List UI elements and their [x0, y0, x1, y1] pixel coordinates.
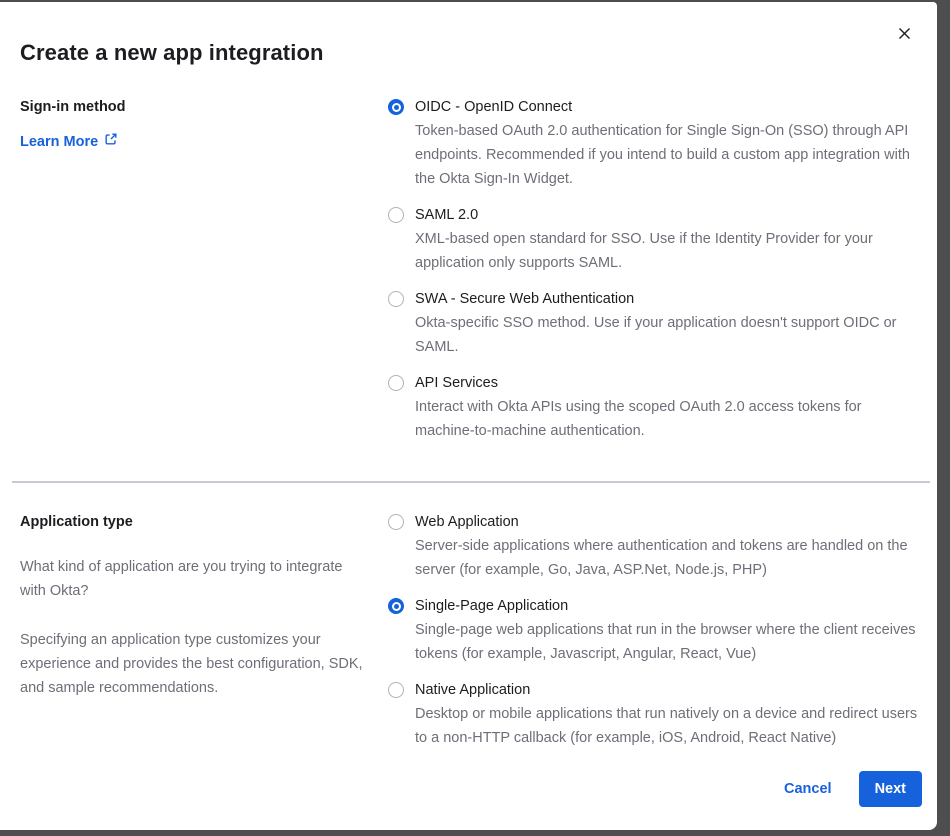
- signin-option-saml[interactable]: SAML 2.0 XML-based open standard for SSO…: [388, 205, 919, 275]
- option-description: Single-page web applications that run in…: [415, 618, 919, 666]
- application-type-note: Specifying an application type customize…: [20, 628, 368, 700]
- option-description: Token-based OAuth 2.0 authentication for…: [415, 119, 919, 191]
- radio-web-application[interactable]: [388, 514, 404, 530]
- option-label[interactable]: OIDC - OpenID Connect: [415, 97, 919, 117]
- learn-more-label: Learn More: [20, 132, 98, 152]
- section-divider: [12, 481, 930, 483]
- option-label[interactable]: Native Application: [415, 680, 919, 700]
- dialog-title: Create a new app integration: [20, 40, 919, 66]
- apptype-option-web[interactable]: Web Application Server-side applications…: [388, 512, 919, 582]
- signin-option-api-services[interactable]: API Services Interact with Okta APIs usi…: [388, 373, 919, 443]
- signin-option-oidc[interactable]: OIDC - OpenID Connect Token-based OAuth …: [388, 97, 919, 191]
- application-type-question: What kind of application are you trying …: [20, 555, 368, 603]
- option-description: Interact with Okta APIs using the scoped…: [415, 395, 919, 443]
- apptype-option-spa[interactable]: Single-Page Application Single-page web …: [388, 596, 919, 666]
- option-description: Server-side applications where authentic…: [415, 534, 919, 582]
- close-icon: [897, 26, 912, 44]
- option-label[interactable]: SWA - Secure Web Authentication: [415, 289, 919, 309]
- radio-swa[interactable]: [388, 291, 404, 307]
- learn-more-link[interactable]: Learn More: [20, 132, 118, 152]
- apptype-option-native[interactable]: Native Application Desktop or mobile app…: [388, 680, 919, 750]
- option-label[interactable]: Web Application: [415, 512, 919, 532]
- application-type-section: Application type What kind of applicatio…: [20, 512, 919, 750]
- signin-option-swa[interactable]: SWA - Secure Web Authentication Okta-spe…: [388, 289, 919, 359]
- radio-single-page-application[interactable]: [388, 598, 404, 614]
- option-description: XML-based open standard for SSO. Use if …: [415, 227, 919, 275]
- radio-native-application[interactable]: [388, 682, 404, 698]
- signin-method-label: Sign-in method: [20, 97, 368, 117]
- option-label[interactable]: SAML 2.0: [415, 205, 919, 225]
- radio-api-services[interactable]: [388, 375, 404, 391]
- next-button[interactable]: Next: [859, 771, 922, 807]
- option-description: Desktop or mobile applications that run …: [415, 702, 919, 750]
- cancel-button[interactable]: Cancel: [784, 781, 832, 797]
- radio-oidc[interactable]: [388, 99, 404, 115]
- dialog-footer: Cancel Next: [784, 771, 922, 807]
- option-description: Okta-specific SSO method. Use if your ap…: [415, 311, 919, 359]
- create-app-integration-dialog: Create a new app integration Sign-in met…: [0, 2, 937, 830]
- signin-method-section: Sign-in method Learn More OIDC - OpenID …: [20, 97, 919, 443]
- radio-saml[interactable]: [388, 207, 404, 223]
- option-label[interactable]: API Services: [415, 373, 919, 393]
- external-link-icon: [104, 132, 118, 152]
- application-type-label: Application type: [20, 512, 368, 532]
- option-label[interactable]: Single-Page Application: [415, 596, 919, 616]
- close-button[interactable]: [893, 24, 915, 46]
